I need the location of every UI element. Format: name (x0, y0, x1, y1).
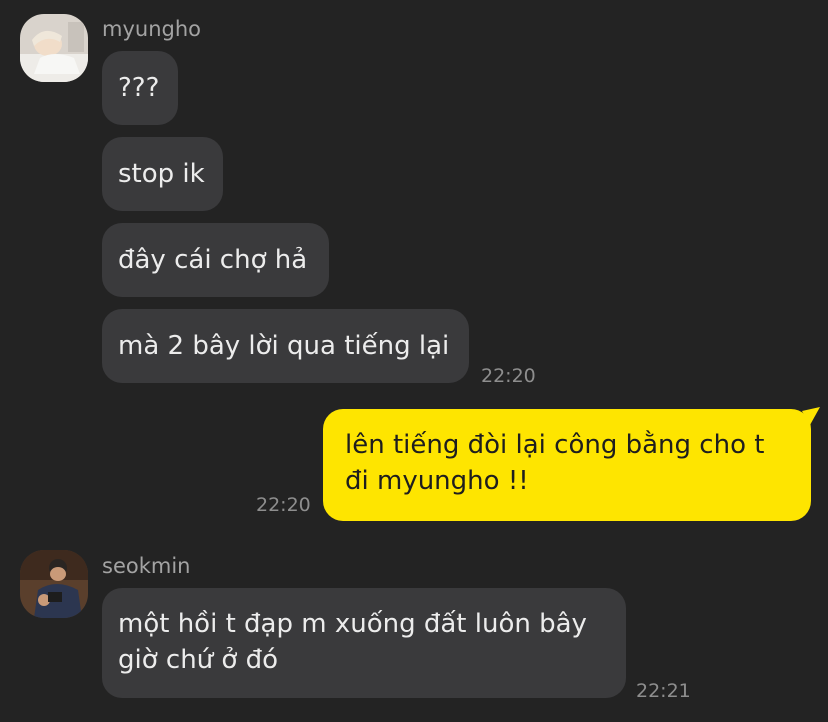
sender-name-seokmin: seokmin (102, 554, 191, 578)
message-bubble[interactable]: một hồi t đạp m xuống đất luôn bây giờ c… (102, 588, 626, 698)
outgoing-message-bubble[interactable]: lên tiếng đòi lại công bằng cho t đi myu… (323, 409, 811, 521)
bubble-tail-icon (802, 407, 820, 425)
message-bubble[interactable]: ??? (102, 51, 178, 125)
message-text: stop ik (118, 159, 205, 189)
message-timestamp: 22:20 (256, 494, 311, 516)
avatar-photo-icon (20, 550, 88, 618)
myungho-avatar[interactable] (20, 14, 88, 82)
message-timestamp: 22:21 (636, 680, 691, 702)
message-text: ??? (118, 73, 160, 103)
message-timestamp: 22:20 (481, 365, 536, 387)
seokmin-avatar[interactable] (20, 550, 88, 618)
message-bubble[interactable]: mà 2 bây lời qua tiếng lại (102, 309, 469, 383)
chat-view[interactable]: myungho ??? stop ik đây cái chợ hả mà 2 … (0, 0, 828, 722)
message-text: lên tiếng đòi lại công bằng cho t đi myu… (345, 430, 765, 496)
avatar-photo-icon (20, 14, 88, 82)
sender-name-myungho: myungho (102, 17, 201, 41)
message-text: mà 2 bây lời qua tiếng lại (118, 331, 450, 361)
message-text: một hồi t đạp m xuống đất luôn bây giờ c… (118, 609, 587, 675)
message-bubble[interactable]: đây cái chợ hả (102, 223, 329, 297)
message-text: đây cái chợ hả (118, 245, 308, 275)
message-bubble[interactable]: stop ik (102, 137, 223, 211)
